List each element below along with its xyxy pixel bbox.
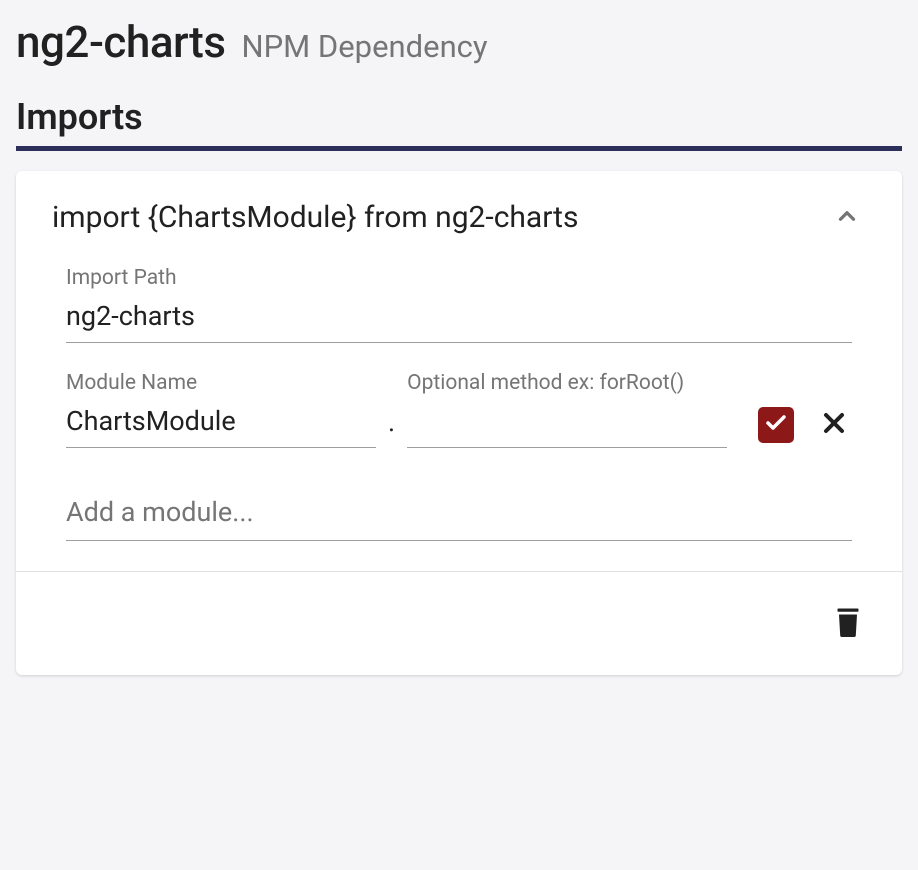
- import-path-input[interactable]: [66, 296, 852, 343]
- optional-method-label: Optional method ex: forRoot(): [407, 371, 727, 395]
- optional-method-input[interactable]: [407, 401, 727, 448]
- import-summary: import {ChartsModule} from ng2-charts: [52, 200, 578, 235]
- confirm-button[interactable]: [758, 407, 794, 443]
- optional-method-field: Optional method ex: forRoot(): [407, 371, 727, 448]
- remove-button[interactable]: [816, 405, 852, 444]
- page-header: ng2-charts NPM Dependency: [16, 16, 902, 68]
- import-card: import {ChartsModule} from ng2-charts Im…: [16, 171, 902, 675]
- add-module-field: [66, 488, 852, 541]
- check-icon: [764, 411, 788, 438]
- module-name-field: Module Name: [66, 371, 376, 448]
- card-footer: [16, 571, 902, 675]
- package-name: ng2-charts: [16, 16, 225, 68]
- module-row: Module Name . Optional method ex: forRoo…: [66, 371, 852, 448]
- add-module-input[interactable]: [66, 488, 852, 541]
- separator-dot: .: [388, 406, 395, 448]
- section-title-imports: Imports: [16, 96, 902, 151]
- collapse-button[interactable]: [828, 197, 866, 238]
- module-actions: [758, 405, 852, 448]
- delete-button[interactable]: [830, 602, 866, 645]
- chevron-up-icon: [834, 203, 860, 232]
- import-path-field: Import Path: [66, 266, 852, 343]
- trash-icon: [830, 602, 866, 645]
- card-body: Import Path Module Name . Optional metho…: [16, 256, 902, 571]
- card-header[interactable]: import {ChartsModule} from ng2-charts: [16, 171, 902, 256]
- close-icon: [818, 407, 850, 442]
- package-subtitle: NPM Dependency: [241, 28, 487, 65]
- module-name-label: Module Name: [66, 371, 376, 395]
- import-path-label: Import Path: [66, 266, 852, 290]
- module-name-input[interactable]: [66, 401, 376, 448]
